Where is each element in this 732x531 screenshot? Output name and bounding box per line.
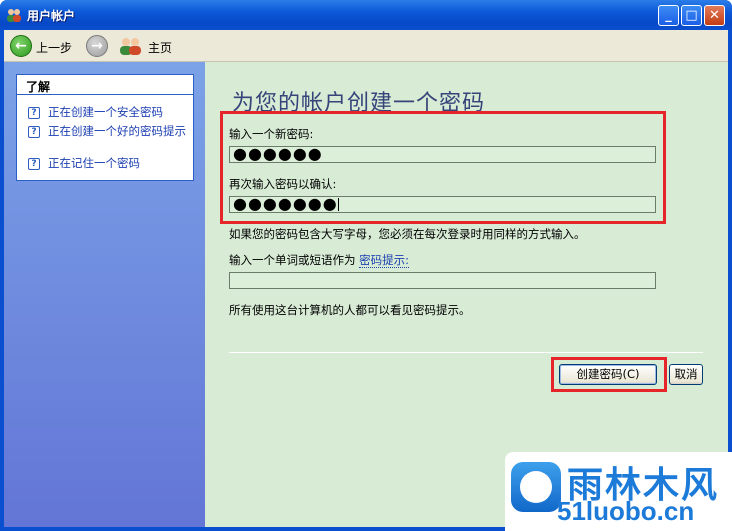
sidebar-item-remember-password[interactable]: ? 正在记住一个密码 <box>28 156 189 170</box>
back-arrow-icon: ← <box>15 38 27 54</box>
close-button[interactable]: ✕ <box>704 5 725 26</box>
password-hint-field[interactable] <box>229 272 656 289</box>
sidebar-item-secure-password[interactable]: ? 正在创建一个安全密码 <box>28 105 189 119</box>
divider <box>229 352 703 353</box>
minimize-icon: _ <box>665 8 672 23</box>
cancel-button[interactable]: 取消 <box>669 364 703 385</box>
window-title: 用户帐户 <box>27 9 76 23</box>
sidebar-item-label: 正在创建一个好的密码提示 <box>48 124 186 138</box>
watermark-domain: 51luobo.cn <box>557 496 695 526</box>
watermark-logo-icon <box>511 462 561 512</box>
help-icon: ? <box>28 126 40 138</box>
hint-visibility-note: 所有使用这台计算机的人都可以看见密码提示。 <box>229 303 471 317</box>
sidebar-item-password-hint[interactable]: ? 正在创建一个好的密码提示 <box>28 124 189 138</box>
password-fields-highlight <box>220 111 666 224</box>
password-hint-label: 输入一个单词或短语作为 密码提示: <box>229 252 410 268</box>
navigation-toolbar: ← 上一步 → 主页 <box>4 30 728 62</box>
help-icon: ? <box>28 158 40 170</box>
password-hint-link[interactable]: 密码提示: <box>359 253 410 268</box>
forward-button[interactable]: → <box>86 35 108 57</box>
learn-about-panel: 了解 ? 正在创建一个安全密码 ? 正在创建一个好的密码提示 ? 正在记住一个密… <box>16 74 194 181</box>
home-label[interactable]: 主页 <box>148 39 172 56</box>
case-sensitivity-note: 如果您的密码包含大写字母，您必须在每次登录时用同样的方式输入。 <box>229 227 586 241</box>
back-label[interactable]: 上一步 <box>36 39 72 56</box>
site-watermark: 雨林木风 51luobo.cn <box>505 452 732 531</box>
maximize-button[interactable]: □ <box>681 5 702 26</box>
forward-arrow-icon: → <box>91 38 103 54</box>
sidebar: 了解 ? 正在创建一个安全密码 ? 正在创建一个好的密码提示 ? 正在记住一个密… <box>4 62 205 527</box>
home-users-icon[interactable] <box>118 36 144 56</box>
learn-about-title: 了解 <box>17 75 193 95</box>
back-button[interactable]: ← <box>10 35 32 57</box>
title-bar[interactable]: 用户帐户 _ □ ✕ <box>0 0 732 30</box>
help-icon: ? <box>28 107 40 119</box>
user-accounts-icon <box>7 9 21 22</box>
hint-label-text: 输入一个单词或短语作为 <box>229 253 356 267</box>
close-icon: ✕ <box>709 8 720 23</box>
watermark-logo-mark <box>520 471 552 503</box>
minimize-button[interactable]: _ <box>658 5 679 26</box>
sidebar-item-label: 正在记住一个密码 <box>48 156 140 170</box>
create-button-highlight <box>551 357 667 392</box>
sidebar-item-label: 正在创建一个安全密码 <box>48 105 163 119</box>
maximize-icon: □ <box>685 8 698 23</box>
